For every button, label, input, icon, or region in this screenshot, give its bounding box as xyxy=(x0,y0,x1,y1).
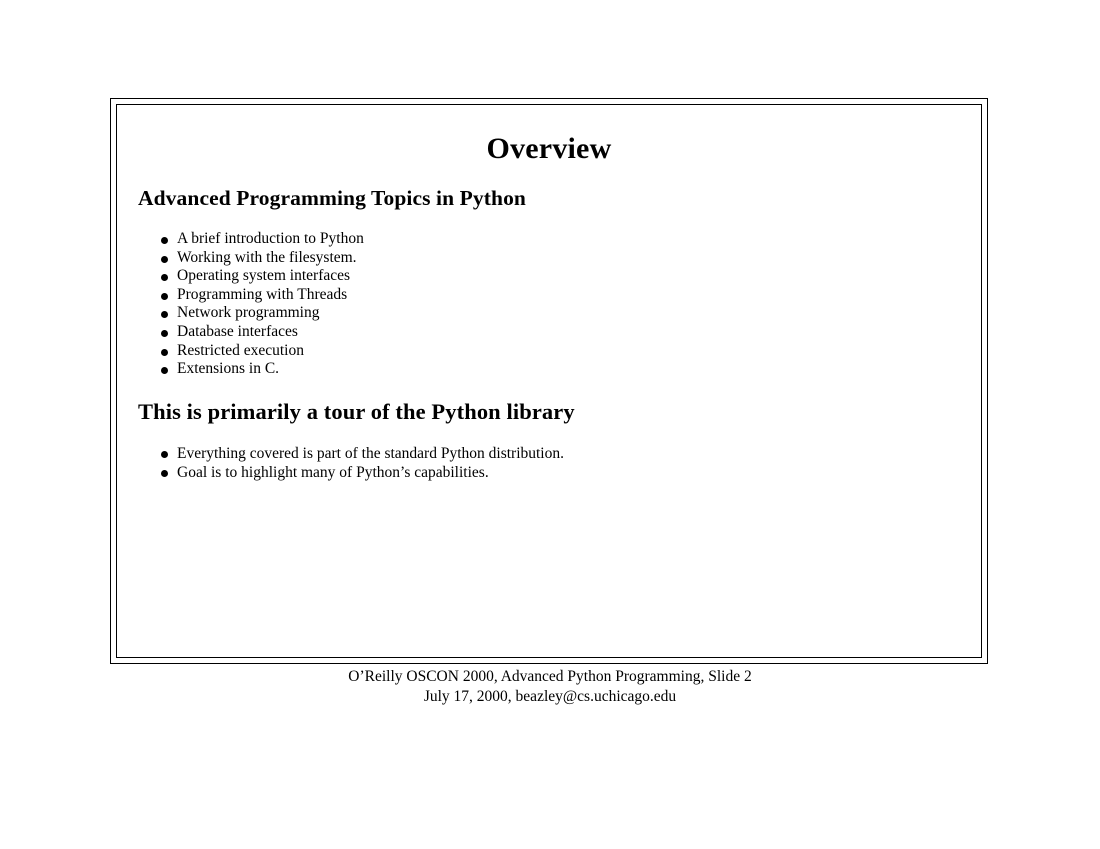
list-item-label: Working with the filesystem. xyxy=(177,248,357,266)
list-item: Programming with Threads xyxy=(161,286,364,305)
list-item: Database interfaces xyxy=(161,323,364,342)
slide-footer: O’Reilly OSCON 2000, Advanced Python Pro… xyxy=(0,667,1100,706)
filled-circle-bullet-icon xyxy=(161,311,168,319)
list-item-label: Extensions in C. xyxy=(177,360,280,378)
list-item-label: Operating system interfaces xyxy=(177,267,351,285)
list-item-label: Database interfaces xyxy=(177,322,298,340)
slide-content: Overview Advanced Programming Topics in … xyxy=(117,105,981,657)
list-item-label: Network programming xyxy=(177,304,320,322)
list-item-label: Everything covered is part of the standa… xyxy=(177,445,564,462)
filled-circle-bullet-icon xyxy=(161,292,168,300)
footer-line-date-contact: July 17, 2000, beazley@cs.uchicago.edu xyxy=(423,687,677,705)
section-heading-topics: Advanced Programming Topics in Python xyxy=(138,186,526,210)
section-heading-tour: This is primarily a tour of the Python l… xyxy=(138,399,575,424)
list-item: Network programming xyxy=(161,304,364,323)
filled-circle-bullet-icon xyxy=(161,348,168,356)
list-item-label: Goal is to highlight many of Python’s ca… xyxy=(177,464,489,481)
footer-line-conference: O’Reilly OSCON 2000, Advanced Python Pro… xyxy=(348,668,752,685)
list-item-label: A brief introduction to Python xyxy=(177,230,364,247)
list-item: Operating system interfaces xyxy=(161,267,364,286)
slide-title: Overview xyxy=(486,132,612,165)
list-item: Working with the filesystem. xyxy=(161,249,364,268)
list-item: Everything covered is part of the standa… xyxy=(161,444,564,463)
list-item-label: Programming with Threads xyxy=(177,285,348,303)
filled-circle-bullet-icon xyxy=(161,451,168,458)
filled-circle-bullet-icon xyxy=(161,367,168,375)
filled-circle-bullet-icon xyxy=(161,237,168,244)
slide-frame-inner: Overview Advanced Programming Topics in … xyxy=(116,104,982,658)
list-item: Goal is to highlight many of Python’s ca… xyxy=(161,463,564,482)
filled-circle-bullet-icon xyxy=(161,470,168,477)
filled-circle-bullet-icon xyxy=(161,329,168,337)
list-item: Extensions in C. xyxy=(161,360,364,379)
slide-frame-outer: Overview Advanced Programming Topics in … xyxy=(110,98,988,664)
topics-bullet-list: A brief introduction to Python Working w… xyxy=(161,230,364,379)
tour-bullet-list: Everything covered is part of the standa… xyxy=(161,444,564,482)
list-item: A brief introduction to Python xyxy=(161,230,364,249)
list-item-label: Restricted execution xyxy=(177,341,304,359)
filled-circle-bullet-icon xyxy=(161,255,168,263)
list-item: Restricted execution xyxy=(161,342,364,361)
filled-circle-bullet-icon xyxy=(161,274,168,282)
